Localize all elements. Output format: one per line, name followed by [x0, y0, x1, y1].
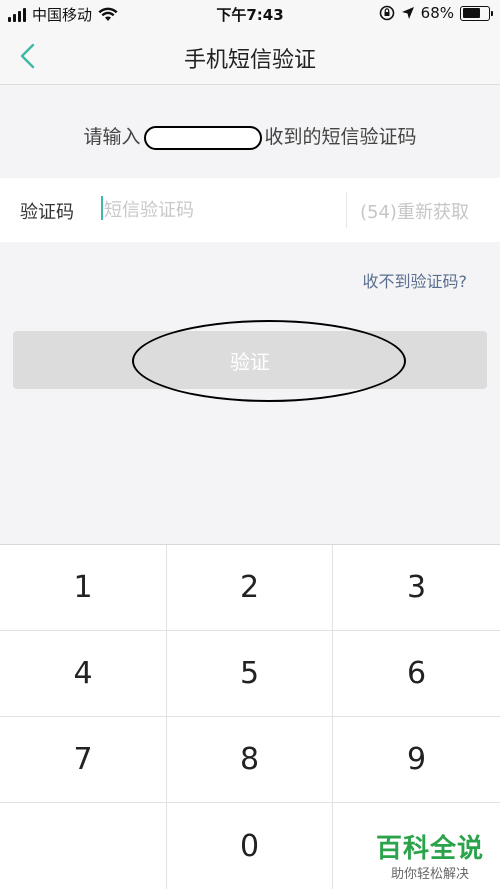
- status-bar: 中国移动 下午7:43 68%: [0, 0, 500, 28]
- key-1[interactable]: 1: [0, 545, 167, 631]
- key-5[interactable]: 5: [167, 631, 333, 717]
- sms-prompt: 请输入 收到的短信验证码: [0, 100, 500, 175]
- key-8[interactable]: 8: [167, 717, 333, 803]
- verification-code-input[interactable]: [100, 195, 330, 225]
- key-3[interactable]: 3: [333, 545, 500, 631]
- navigation-bar: 手机短信验证: [0, 28, 500, 85]
- verify-button[interactable]: 验证: [13, 331, 487, 389]
- resend-code-button[interactable]: (54)重新获取: [360, 198, 469, 224]
- battery-percent: 68%: [420, 4, 454, 22]
- location-arrow-icon: [401, 7, 414, 19]
- verification-code-row: 验证码 (54)重新获取: [0, 178, 500, 242]
- numeric-keypad: 1 2 3 4 5 6 7 8 9 0: [0, 544, 500, 889]
- battery-icon: [460, 5, 493, 21]
- no-code-help-link[interactable]: 收不到验证码?: [363, 268, 468, 292]
- key-2[interactable]: 2: [167, 545, 333, 631]
- code-label: 验证码: [20, 202, 74, 223]
- key-0[interactable]: 0: [167, 803, 333, 889]
- key-7[interactable]: 7: [0, 717, 167, 803]
- key-empty-left: [0, 803, 167, 889]
- orientation-lock-icon: [379, 5, 394, 21]
- battery-fill: [462, 8, 480, 18]
- row-divider: [346, 192, 347, 228]
- redacted-phone-number: [143, 125, 262, 150]
- key-empty-right: [333, 803, 500, 889]
- status-right: 68%: [379, 4, 493, 22]
- key-4[interactable]: 4: [0, 631, 167, 717]
- page-title: 手机短信验证: [183, 48, 316, 73]
- key-6[interactable]: 6: [333, 631, 500, 717]
- key-9[interactable]: 9: [333, 717, 500, 803]
- prompt-text-after: 收到的短信验证码: [264, 126, 417, 148]
- prompt-text-before: 请输入: [83, 126, 141, 148]
